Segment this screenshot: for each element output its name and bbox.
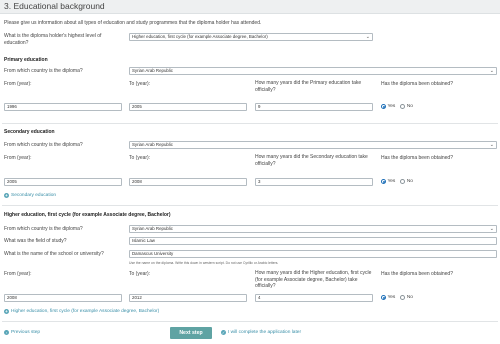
secondary-to-input[interactable]: 2008 [129, 178, 247, 186]
higher-section-title: Higher education, first cycle (for examp… [4, 212, 171, 218]
yes-label: Yes [387, 104, 396, 109]
radio-selected[interactable] [381, 104, 386, 109]
higher-from-label: From (year): [4, 271, 32, 277]
primary-country-label: From which country is the diploma? [4, 68, 83, 74]
primary-section-title: Primary education [4, 57, 48, 63]
plus-icon: + [4, 309, 9, 314]
primary-obtained-radios: Yes No [381, 104, 416, 109]
secondary-obtained-label: Has the diploma been obtained? [381, 155, 453, 161]
no-label: No [406, 104, 413, 109]
primary-no-option[interactable]: No [400, 104, 413, 109]
primary-yes-option[interactable]: Yes [381, 104, 395, 109]
chevron-left-icon: ‹ [4, 330, 9, 335]
highest-level-label: What is the diploma holder's highest lev… [4, 33, 102, 46]
secondary-from-input[interactable]: 2005 [4, 178, 122, 186]
page-title: 3. Educational background [4, 1, 105, 11]
higher-obtained-radios: Yes No [381, 295, 416, 300]
secondary-obtained-radios: Yes No [381, 179, 416, 184]
section-divider [2, 321, 498, 322]
secondary-to-label: To (year): [129, 155, 151, 161]
higher-school-hint: Use the name on the diploma. Write this … [129, 261, 279, 265]
secondary-section-title: Secondary education [4, 129, 55, 135]
higher-to-label: To (year): [129, 271, 151, 277]
higher-to-input[interactable]: 2012 [129, 294, 247, 302]
yes-label: Yes [387, 179, 396, 184]
secondary-country-label: From which country is the diploma? [4, 142, 83, 148]
chevron-down-icon: ⌄ [489, 142, 494, 148]
higher-field-input[interactable]: Islamic Law [129, 237, 497, 245]
secondary-country-value: Syrian Arab Republic [132, 142, 174, 147]
higher-country-select[interactable]: Syrian Arab Republic ⌄ [129, 225, 497, 233]
no-label: No [406, 295, 413, 300]
higher-school-label: What is the name of the school or univer… [4, 251, 104, 257]
primary-to-label: To (year): [129, 81, 151, 87]
highest-level-select[interactable]: Higher education, first cycle (for examp… [129, 33, 373, 41]
next-step-button[interactable]: Next step [170, 327, 212, 339]
page-header: 3. Educational background [0, 0, 500, 14]
radio-unselected[interactable] [400, 295, 406, 300]
previous-step-link[interactable]: ‹ Previous step [4, 330, 40, 335]
primary-to-input[interactable]: 2005 [129, 103, 247, 111]
highest-level-value: Higher education, first cycle (for examp… [132, 34, 268, 39]
secondary-from-label: From (year): [4, 155, 32, 161]
plus-icon: + [4, 193, 9, 198]
radio-unselected[interactable] [400, 104, 406, 109]
section-divider [2, 123, 498, 124]
add-secondary-link[interactable]: + Secondary education [4, 193, 56, 198]
previous-step-label: Previous step [11, 330, 41, 335]
higher-country-value: Syrian Arab Republic [132, 226, 174, 231]
check-icon: ✓ [221, 330, 226, 335]
primary-from-label: From (year): [4, 81, 32, 87]
secondary-years-input[interactable]: 3 [255, 178, 373, 186]
complete-later-link[interactable]: ✓ I will complete the application later [221, 330, 301, 335]
secondary-yes-option[interactable]: Yes [381, 179, 395, 184]
secondary-no-option[interactable]: No [400, 179, 413, 184]
chevron-down-icon: ⌄ [365, 34, 370, 40]
secondary-country-select[interactable]: Syrian Arab Republic ⌄ [129, 141, 497, 149]
radio-selected[interactable] [381, 179, 386, 184]
higher-from-input[interactable]: 2008 [4, 294, 122, 302]
primary-country-value: Syrian Arab Republic [132, 68, 174, 73]
primary-years-input[interactable]: 9 [255, 103, 373, 111]
higher-years-label: How many years did the Higher education,… [255, 270, 372, 289]
higher-school-input[interactable]: Damascus University [129, 250, 497, 258]
higher-yes-option[interactable]: Yes [381, 295, 395, 300]
higher-no-option[interactable]: No [400, 295, 413, 300]
add-higher-link[interactable]: + Higher education, first cycle (for exa… [4, 309, 159, 314]
yes-label: Yes [387, 295, 396, 300]
secondary-years-label: How many years did the Secondary educati… [255, 154, 368, 167]
section-divider [2, 205, 498, 206]
radio-selected[interactable] [381, 295, 386, 300]
complete-later-label: I will complete the application later [228, 330, 302, 335]
higher-years-input[interactable]: 4 [255, 294, 373, 302]
primary-years-label: How many years did the Primary education… [255, 80, 362, 93]
chevron-down-icon: ⌄ [489, 68, 494, 74]
primary-from-input[interactable]: 1996 [4, 103, 122, 111]
higher-country-label: From which country is the diploma? [4, 226, 83, 232]
no-label: No [406, 179, 413, 184]
higher-field-label: What was the field of study? [4, 238, 67, 244]
primary-obtained-label: Has the diploma been obtained? [381, 81, 453, 87]
primary-country-select[interactable]: Syrian Arab Republic ⌄ [129, 67, 497, 75]
add-secondary-label: Secondary education [11, 193, 57, 198]
higher-obtained-label: Has the diploma been obtained? [381, 271, 453, 277]
add-higher-label: Higher education, first cycle (for examp… [11, 309, 160, 314]
radio-unselected[interactable] [400, 179, 406, 184]
intro-text: Please give us information about all typ… [4, 20, 262, 26]
chevron-down-icon: ⌄ [489, 226, 494, 232]
